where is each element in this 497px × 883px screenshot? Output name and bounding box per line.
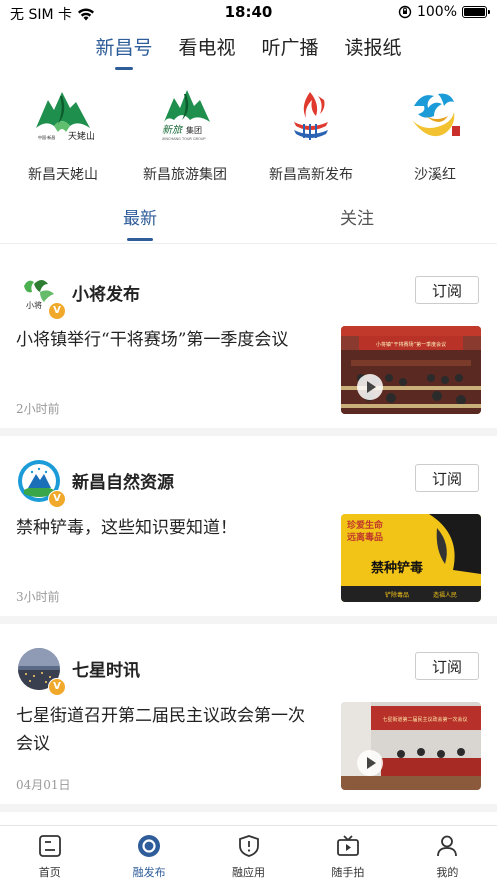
article-time: 04月01日 xyxy=(16,778,71,792)
svg-text:XINCHANG TOUR GROUP: XINCHANG TOUR GROUP xyxy=(162,137,206,141)
banner-text: 小将镇“干将赛场”第一季度会议 xyxy=(376,341,446,348)
publish-icon xyxy=(138,835,161,857)
tv-camera-icon xyxy=(337,835,359,856)
news-card[interactable]: V 七星时讯 订阅 七星街道召开第二届民主议政会第一次会议 04月01日 七星街… xyxy=(0,628,497,812)
nav-snapshot[interactable]: 随手拍 xyxy=(298,826,397,883)
verified-badge: V xyxy=(48,302,66,320)
source-name[interactable]: 七星时讯 xyxy=(72,656,140,681)
active-tab-indicator xyxy=(127,238,153,241)
source-name[interactable]: 新昌自然资源 xyxy=(72,468,174,493)
channel-hightech[interactable]: 新昌高新发布 xyxy=(256,82,366,192)
svg-text:新旅: 新旅 xyxy=(162,124,184,136)
top-tab[interactable]: 读报纸 xyxy=(345,32,402,72)
orientation-lock-icon xyxy=(398,5,412,19)
svg-text:集团: 集团 xyxy=(186,125,202,135)
channel-row: 天姥山 中国·新昌 新昌天姥山 新旅 集团 XINCHANG TOUR GROU… xyxy=(0,82,497,192)
nav-home-label: 首页 xyxy=(38,866,61,879)
svg-text:小将: 小将 xyxy=(26,300,42,310)
shaxi-red-logo xyxy=(412,93,460,137)
channel-name: 沙溪红 xyxy=(414,167,456,183)
subscribe-button[interactable]: 订阅 xyxy=(415,652,479,680)
news-card[interactable]: 小将 V 小将发布 订阅 小将镇举行“干将赛场”第一季度会议 2小时前 小将镇“… xyxy=(0,252,497,436)
hightech-release-logo xyxy=(294,92,328,140)
bottom-nav: 首页 融发布 融应用 随手拍 我的 xyxy=(0,825,497,883)
avatar[interactable]: V xyxy=(18,648,66,696)
top-tab[interactable]: 看电视 xyxy=(178,32,235,72)
status-right: 100% xyxy=(398,4,490,20)
article-thumbnail[interactable]: 小将镇“干将赛场”第一季度会议 xyxy=(341,326,481,414)
play-icon[interactable] xyxy=(357,374,383,400)
meeting-hall-image: 小将镇“干将赛场”第一季度会议 xyxy=(341,326,481,414)
banner-text: 七星街道第二届民主议政会第一次会议 xyxy=(382,716,467,723)
subscribe-button[interactable]: 订阅 xyxy=(415,276,479,304)
verified-badge: V xyxy=(48,678,66,696)
article-title[interactable]: 小将镇举行“干将赛场”第一季度会议 xyxy=(16,326,316,354)
avatar[interactable]: V xyxy=(18,460,66,508)
feed-tabs: 最新 关注 xyxy=(0,200,497,244)
poster-main: 禁种铲毒 xyxy=(371,560,423,576)
article-thumbnail[interactable]: 七星街道第二届民主议政会第一次会议 xyxy=(341,702,481,790)
verified-badge: V xyxy=(48,490,66,508)
top-tab[interactable]: 新昌号 xyxy=(95,32,152,72)
battery-percent: 100% xyxy=(416,4,457,20)
profile-icon xyxy=(437,835,458,857)
poster-foot2: 造福人民 xyxy=(433,591,457,599)
nav-snapshot-label: 随手拍 xyxy=(331,866,365,879)
news-card[interactable]: V 新昌自然资源 订阅 禁种铲毒，这些知识要知道！ 3小时前 珍爱生命 远离毒品… xyxy=(0,440,497,624)
nav-home[interactable]: 首页 xyxy=(0,826,99,883)
channel-tianmu[interactable]: 天姥山 中国·新昌 新昌天姥山 xyxy=(8,82,118,192)
tianmu-mountain-logo: 天姥山 中国·新昌 xyxy=(36,92,94,142)
subscribe-button[interactable]: 订阅 xyxy=(415,464,479,492)
nav-profile[interactable]: 我的 xyxy=(398,826,497,883)
status-bar: 无 SIM 卡 18:40 100% xyxy=(0,0,497,26)
top-tabs: 新昌号 看电视 听广播 读报纸 xyxy=(0,32,497,72)
channel-name: 新昌天姥山 xyxy=(28,167,98,183)
nav-apps[interactable]: 融应用 xyxy=(199,826,298,883)
nav-apps-label: 融应用 xyxy=(232,866,266,879)
play-icon[interactable] xyxy=(357,750,383,776)
nav-publish[interactable]: 融发布 xyxy=(99,826,198,883)
channel-name: 新昌旅游集团 xyxy=(143,167,227,183)
tab-latest[interactable]: 最新 xyxy=(100,204,180,241)
tab-latest-label: 最新 xyxy=(123,209,157,229)
home-icon xyxy=(38,835,61,857)
nav-publish-label: 融发布 xyxy=(132,866,166,879)
council-meeting-image: 七星街道第二届民主议政会第一次会议 xyxy=(341,702,481,790)
top-tab[interactable]: 听广播 xyxy=(262,32,319,72)
source-name[interactable]: 小将发布 xyxy=(72,280,140,305)
poster-foot1: 铲除毒品 xyxy=(385,591,409,599)
poster-line2: 远离毒品 xyxy=(347,531,383,543)
anti-drug-poster-image: 珍爱生命 远离毒品 禁种铲毒 铲除毒品 造福人民 xyxy=(341,514,481,602)
tourism-group-logo: 新旅 集团 XINCHANG TOUR GROUP xyxy=(162,90,210,141)
channel-name: 新昌高新发布 xyxy=(269,167,353,183)
article-time: 2小时前 xyxy=(16,402,60,416)
article-time: 3小时前 xyxy=(16,590,60,604)
avatar[interactable]: 小将 V xyxy=(18,272,66,320)
tab-follow-label: 关注 xyxy=(340,209,374,229)
channel-tourism[interactable]: 新旅 集团 XINCHANG TOUR GROUP 新昌旅游集团 xyxy=(130,82,240,192)
tab-follow[interactable]: 关注 xyxy=(317,204,397,229)
poster-line1: 珍爱生命 xyxy=(347,519,384,531)
apps-icon xyxy=(238,835,259,857)
battery-icon xyxy=(462,6,490,18)
svg-text:天姥山: 天姥山 xyxy=(68,130,94,142)
article-title[interactable]: 禁种铲毒，这些知识要知道！ xyxy=(16,514,316,542)
channel-shaxi[interactable]: 沙溪红 xyxy=(380,82,490,192)
article-thumbnail[interactable]: 珍爱生命 远离毒品 禁种铲毒 铲除毒品 造福人民 xyxy=(341,514,481,602)
nav-profile-label: 我的 xyxy=(436,866,459,879)
svg-text:中国·新昌: 中国·新昌 xyxy=(38,134,55,140)
article-title[interactable]: 七星街道召开第二届民主议政会第一次会议 xyxy=(16,702,316,758)
